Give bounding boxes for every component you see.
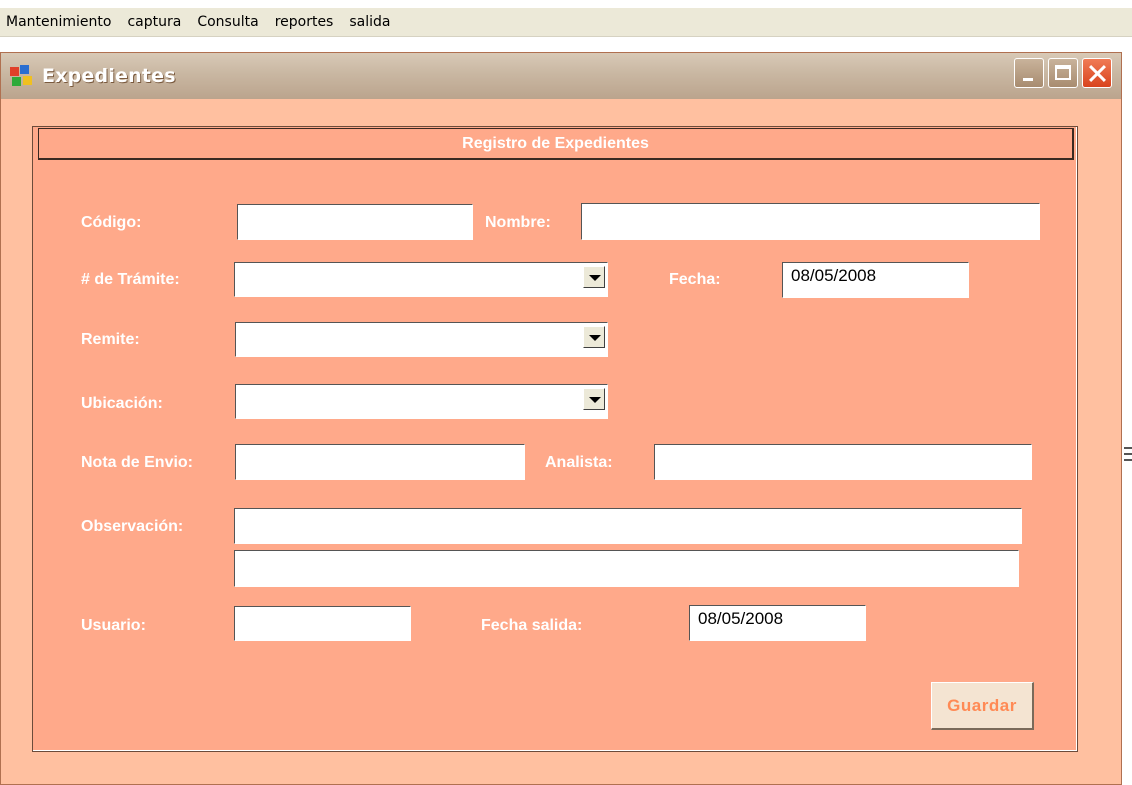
chevron-down-icon[interactable] — [583, 266, 605, 288]
chevron-down-icon[interactable] — [583, 326, 605, 348]
observacion-field-line2[interactable] — [234, 550, 1019, 587]
observacion-label: Observación: — [81, 518, 184, 535]
ubicacion-label: Ubicación: — [81, 395, 163, 412]
close-icon[interactable] — [1082, 58, 1112, 88]
window-title: Expedientes — [42, 65, 176, 87]
fecha-salida-field[interactable]: 08/05/2008 — [689, 605, 866, 641]
tramite-select[interactable] — [234, 262, 608, 297]
menu-consulta[interactable]: Consulta — [189, 14, 266, 30]
usuario-label: Usuario: — [81, 617, 146, 634]
guardar-button[interactable]: Guardar — [931, 682, 1034, 730]
tramite-label: # de Trámite: — [81, 271, 180, 288]
menu-captura[interactable]: captura — [119, 14, 189, 30]
minimize-icon[interactable] — [1014, 58, 1044, 88]
nota-envio-field[interactable] — [235, 444, 525, 480]
form-header: Registro de Expedientes — [38, 128, 1074, 160]
analista-label: Analista: — [545, 454, 613, 471]
background-edge-marks — [1124, 447, 1132, 467]
menu-bar: Mantenimiento captura Consulta reportes … — [0, 8, 1132, 37]
cropped-background-strip — [0, 0, 1132, 8]
app-window-icon — [10, 65, 36, 87]
remite-select[interactable] — [235, 322, 608, 357]
fecha-label: Fecha: — [669, 271, 721, 288]
menu-reportes[interactable]: reportes — [267, 14, 342, 30]
maximize-icon[interactable] — [1048, 58, 1078, 88]
remite-label: Remite: — [81, 331, 140, 348]
nota-envio-label: Nota de Envio: — [81, 454, 194, 471]
chevron-down-icon[interactable] — [583, 388, 605, 410]
fecha-field[interactable]: 08/05/2008 — [782, 262, 969, 298]
fecha-salida-label: Fecha salida: — [481, 617, 583, 634]
ubicacion-select[interactable] — [235, 384, 608, 419]
observacion-field-line1[interactable] — [234, 508, 1022, 544]
menu-mantenimiento[interactable]: Mantenimiento — [0, 14, 119, 30]
window-titlebar[interactable]: Expedientes — [1, 53, 1121, 99]
codigo-label: Código: — [81, 214, 142, 231]
nombre-label: Nombre: — [485, 214, 551, 231]
menu-salida[interactable]: salida — [341, 14, 398, 30]
codigo-field[interactable] — [237, 204, 473, 240]
usuario-field[interactable] — [234, 606, 411, 641]
nombre-field[interactable] — [581, 203, 1040, 240]
analista-field[interactable] — [654, 444, 1032, 480]
